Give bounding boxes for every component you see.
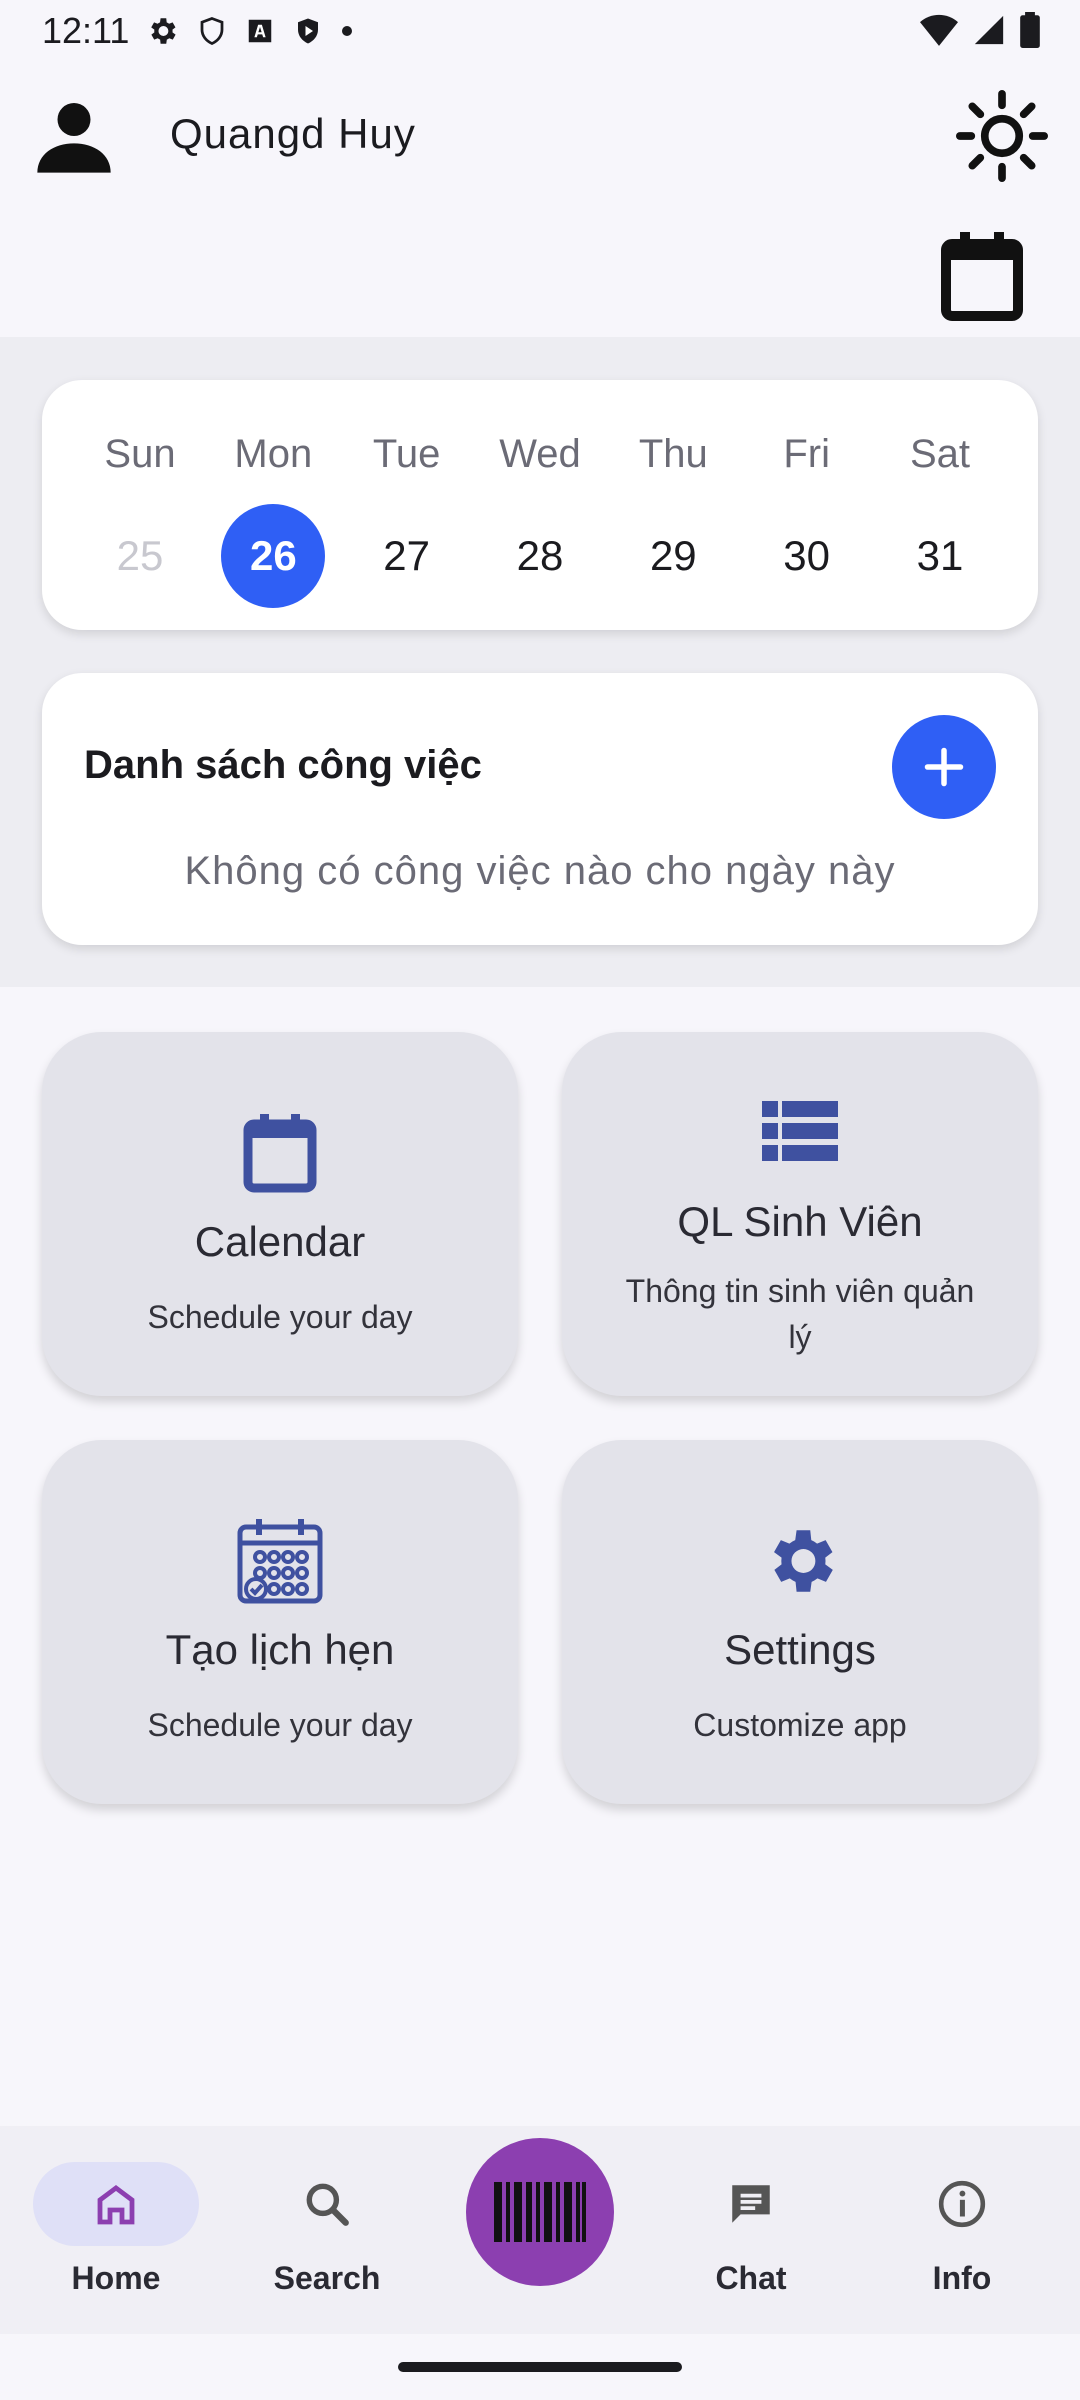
theme-toggle-button[interactable]	[954, 88, 1050, 184]
day-name: Fri	[783, 432, 830, 476]
day-sun[interactable]: Sun 25	[80, 424, 200, 608]
task-list-card: Danh sách công việc Không có công việc n…	[42, 673, 1038, 945]
barcode-icon	[494, 2182, 586, 2242]
day-name: Wed	[499, 432, 581, 476]
dot-status-icon	[342, 26, 353, 36]
calendar-schedule-icon	[237, 1519, 323, 1604]
settings-status-icon	[151, 18, 177, 44]
nav-indicator	[879, 2162, 1045, 2246]
tile-student-management[interactable]: QL Sinh Viên Thông tin sinh viên quản lý	[562, 1032, 1038, 1396]
day-number[interactable]: 30	[755, 504, 859, 608]
week-row: Sun 25 Mon 26 Tue 27 Wed 28 Thu 29 Fri 3…	[80, 424, 1000, 608]
tile-calendar[interactable]: Calendar Schedule your day	[42, 1032, 518, 1396]
tile-title: Calendar	[194, 1218, 366, 1265]
calendar-icon	[941, 232, 1023, 321]
status-time: 12:11	[42, 10, 130, 51]
day-tue[interactable]: Tue 27	[347, 424, 467, 608]
day-number[interactable]: 27	[355, 504, 459, 608]
day-name: Mon	[234, 432, 313, 476]
tile-title: QL Sinh Viên	[677, 1198, 923, 1245]
info-icon	[938, 2180, 986, 2228]
tile-subtitle: Customize app	[693, 1707, 907, 1743]
nav-label: Chat	[715, 2260, 787, 2296]
tile-title: Settings	[724, 1626, 876, 1673]
nav-chat[interactable]: Chat	[666, 2162, 836, 2297]
tile-icon-wrap	[762, 1088, 838, 1174]
calendar-header-button[interactable]	[940, 230, 1024, 322]
list-icon	[762, 1101, 838, 1161]
nav-label: Home	[71, 2260, 161, 2296]
day-number[interactable]: 29	[621, 504, 725, 608]
nav-indicator	[33, 2162, 199, 2246]
week-strip-card: Sun 25 Mon 26 Tue 27 Wed 28 Thu 29 Fri 3…	[42, 380, 1038, 630]
avatar[interactable]	[30, 92, 118, 180]
day-mon[interactable]: Mon 26	[213, 424, 333, 608]
tile-icon-wrap	[242, 1110, 318, 1196]
sun-icon	[956, 90, 1048, 182]
scan-barcode-button[interactable]	[466, 2138, 614, 2286]
tile-settings[interactable]: Settings Customize app	[562, 1440, 1038, 1804]
nav-indicator	[244, 2162, 410, 2246]
status-bar: 12:11	[0, 0, 1080, 62]
add-task-button[interactable]	[892, 715, 996, 819]
plus-icon	[924, 747, 964, 787]
font-status-icon	[249, 19, 272, 43]
tile-icon-wrap	[232, 1518, 328, 1604]
tile-subtitle: Thông tin sinh viên quản lý	[625, 1273, 975, 1355]
bottom-navigation: Home Search Chat Info	[0, 2126, 1080, 2334]
status-notification-icons	[145, 14, 353, 48]
nav-label: Info	[932, 2260, 992, 2296]
app-header: Quangd Huy	[0, 62, 1080, 337]
day-number[interactable]: 25	[88, 504, 192, 608]
day-wed[interactable]: Wed 28	[480, 424, 600, 608]
day-number-selected[interactable]: 26	[221, 504, 326, 608]
tile-subtitle: Schedule your day	[147, 1299, 413, 1335]
day-fri[interactable]: Fri 30	[747, 424, 867, 608]
nav-search[interactable]: Search	[242, 2162, 412, 2297]
gear-icon	[774, 1530, 833, 1592]
chat-icon	[732, 2185, 770, 2223]
day-name: Sun	[104, 432, 176, 476]
day-sat[interactable]: Sat 31	[880, 424, 1000, 608]
home-icon	[97, 2185, 135, 2225]
wifi-icon	[920, 14, 958, 46]
play-protect-status-icon	[298, 18, 319, 44]
username: Quangd Huy	[170, 110, 416, 157]
day-number[interactable]: 28	[488, 504, 592, 608]
gesture-navigation-bar[interactable]	[398, 2362, 682, 2372]
empty-tasks-message: Không có công việc nào cho ngày này	[184, 849, 896, 893]
task-list-title: Danh sách công việc	[84, 743, 482, 787]
tile-icon-wrap	[759, 1518, 841, 1604]
day-name: Thu	[638, 432, 708, 476]
tile-title: Tạo lịch hẹn	[165, 1626, 395, 1673]
nav-home[interactable]: Home	[31, 2162, 201, 2297]
day-number[interactable]: 31	[888, 504, 992, 608]
tile-create-appointment[interactable]: Tạo lịch hẹn Schedule your day	[42, 1440, 518, 1804]
person-icon	[37, 103, 111, 173]
shield-status-icon	[201, 17, 224, 46]
calendar-icon	[243, 1114, 317, 1193]
search-icon	[306, 2183, 349, 2226]
day-name: Tue	[372, 432, 441, 476]
day-thu[interactable]: Thu 29	[613, 424, 733, 608]
day-name: Sat	[909, 432, 970, 476]
battery-icon	[1020, 12, 1040, 48]
signal-icon	[974, 15, 1004, 45]
nav-info[interactable]: Info	[877, 2162, 1047, 2297]
tile-subtitle: Schedule your day	[147, 1707, 413, 1743]
status-system-icons	[920, 12, 1040, 48]
nav-label: Search	[273, 2260, 381, 2296]
nav-indicator	[668, 2162, 834, 2246]
